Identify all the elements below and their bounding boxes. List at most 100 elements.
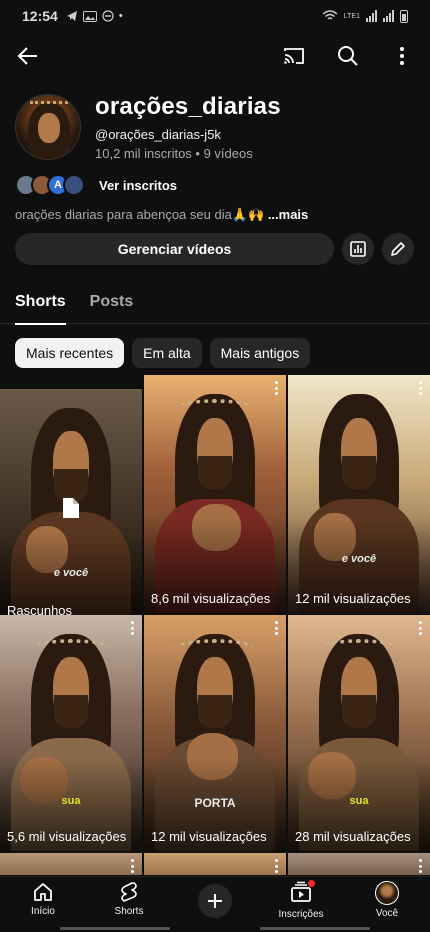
subscribers-row[interactable]: A Ver inscritos bbox=[15, 174, 177, 196]
search-icon bbox=[338, 46, 358, 66]
more-options-button[interactable] bbox=[388, 42, 416, 70]
create-button[interactable] bbox=[198, 884, 232, 918]
thumb-figure-beard bbox=[197, 455, 233, 490]
status-bar: 12:54 • LTE1 bbox=[0, 0, 430, 32]
short-more-button[interactable] bbox=[270, 859, 282, 873]
short-caption: 5,6 mil visualizações bbox=[7, 829, 127, 844]
description-text: orações diarias para abençoa seu dia🙏🙌 bbox=[15, 207, 265, 222]
signal-2-icon bbox=[383, 10, 394, 22]
short-tile-draft[interactable]: e você Rascunhos bbox=[0, 389, 142, 625]
thumbnail bbox=[144, 853, 286, 875]
search-button[interactable] bbox=[334, 42, 362, 70]
thumbnail bbox=[0, 853, 142, 875]
manage-videos-button[interactable]: Gerenciar vídeos bbox=[15, 233, 334, 265]
nav-subscriptions[interactable]: Inscrições bbox=[266, 880, 336, 920]
thumb-overlay-text: PORTA bbox=[194, 796, 236, 810]
nav-label: Você bbox=[375, 908, 399, 919]
short-caption: 12 mil visualizações bbox=[295, 591, 411, 606]
nav-shorts[interactable]: Shorts bbox=[94, 881, 164, 917]
thumb-crown-of-thorns bbox=[175, 638, 255, 658]
gesture-bar bbox=[60, 927, 170, 930]
thumbnail bbox=[288, 853, 430, 875]
channel-actions: Gerenciar vídeos bbox=[15, 233, 415, 265]
thumb-overlay-text: e você bbox=[341, 553, 377, 565]
analytics-icon bbox=[350, 241, 366, 257]
subscriptions-icon-wrap bbox=[290, 880, 315, 906]
short-tile-partial[interactable] bbox=[144, 853, 286, 875]
status-time: 12:54 bbox=[22, 8, 58, 24]
avatar-crown-shape bbox=[30, 101, 68, 109]
bottom-navigation: Início Shorts Inscrições Você bbox=[0, 876, 430, 932]
subscriber-avatar bbox=[63, 174, 85, 196]
short-more-button[interactable] bbox=[414, 381, 426, 395]
telegram-icon bbox=[66, 11, 77, 21]
short-tile[interactable]: sua 28 mil visualizações bbox=[288, 615, 430, 851]
short-caption: 8,6 mil visualizações bbox=[151, 591, 271, 606]
thumb-crown-of-thorns bbox=[31, 638, 111, 658]
pencil-icon bbox=[391, 242, 405, 256]
short-tile[interactable]: sua 5,6 mil visualizações bbox=[0, 615, 142, 851]
thumb-crown-of-thorns bbox=[175, 398, 255, 418]
channel-name: orações_diarias bbox=[95, 93, 281, 120]
nav-label: Início bbox=[31, 906, 55, 917]
cast-icon bbox=[284, 48, 304, 64]
nav-label: Shorts bbox=[114, 906, 144, 917]
home-icon bbox=[34, 883, 52, 901]
short-more-button[interactable] bbox=[126, 859, 138, 873]
back-button[interactable] bbox=[14, 42, 42, 70]
nav-label: Inscrições bbox=[278, 909, 324, 920]
short-tile-partial[interactable] bbox=[288, 853, 430, 875]
short-more-button[interactable] bbox=[414, 621, 426, 635]
view-subscribers-link[interactable]: Ver inscritos bbox=[99, 178, 177, 193]
nav-you[interactable]: Você bbox=[352, 881, 422, 919]
short-tile[interactable]: e você 12 mil visualizações bbox=[288, 375, 430, 613]
nav-create[interactable] bbox=[180, 881, 250, 918]
cast-button[interactable] bbox=[280, 42, 308, 70]
short-tile-partial[interactable] bbox=[0, 853, 142, 875]
thumb-figure-beard bbox=[341, 695, 377, 729]
shorts-icon bbox=[121, 882, 137, 902]
tab-posts[interactable]: Posts bbox=[90, 284, 134, 324]
avatar-face-shape bbox=[38, 113, 60, 143]
thumb-figure-beard bbox=[53, 695, 89, 729]
thumb-crown-of-thorns bbox=[319, 638, 399, 658]
channel-stats: 10,2 mil inscritos • 9 vídeos bbox=[95, 146, 253, 161]
more-vert-icon bbox=[400, 47, 404, 65]
short-caption: 12 mil visualizações bbox=[151, 829, 267, 844]
short-tile[interactable]: 8,6 mil visualizações bbox=[144, 375, 286, 613]
notification-dot bbox=[308, 880, 315, 887]
short-caption: 28 mil visualizações bbox=[295, 829, 411, 844]
content-tabs: Shorts Posts bbox=[0, 284, 430, 325]
description-more-link[interactable]: ...mais bbox=[268, 207, 308, 222]
shorts-grid: e você Rascunhos 8,6 mil visualizações e… bbox=[0, 375, 430, 875]
image-icon bbox=[82, 10, 97, 22]
chip-mais-antigos[interactable]: Mais antigos bbox=[209, 338, 311, 368]
short-more-button[interactable] bbox=[414, 859, 426, 873]
nav-home[interactable]: Início bbox=[8, 881, 78, 917]
draft-file-icon bbox=[63, 498, 79, 518]
thumb-overlay-text: e você bbox=[53, 567, 89, 579]
thumb-overlay-text: sua bbox=[61, 795, 81, 807]
short-more-button[interactable] bbox=[270, 621, 282, 635]
thumb-overlay-text: sua bbox=[349, 795, 369, 807]
thumb-figure-beard bbox=[197, 695, 233, 729]
top-app-bar bbox=[0, 36, 430, 76]
short-more-button[interactable] bbox=[270, 381, 282, 395]
thumb-figure-beard bbox=[341, 455, 377, 490]
channel-avatar[interactable] bbox=[15, 94, 81, 160]
short-tile[interactable]: PORTA 12 mil visualizações bbox=[144, 615, 286, 851]
status-notification-icons: • bbox=[66, 10, 123, 22]
channel-handle: @orações_diarias-j5k bbox=[95, 127, 221, 142]
analytics-button[interactable] bbox=[342, 233, 374, 265]
dnd-icon bbox=[102, 10, 114, 22]
edit-channel-button[interactable] bbox=[382, 233, 414, 265]
chip-mais-recentes[interactable]: Mais recentes bbox=[15, 338, 125, 368]
arrow-left-icon bbox=[17, 47, 37, 65]
chip-em-alta[interactable]: Em alta bbox=[132, 338, 202, 368]
short-more-button[interactable] bbox=[126, 621, 138, 635]
create-plus-icon bbox=[208, 894, 222, 908]
tab-shorts[interactable]: Shorts bbox=[15, 284, 66, 325]
channel-description[interactable]: orações diarias para abençoa seu dia🙏🙌 .… bbox=[15, 207, 308, 223]
sort-chips: Mais recentes Em alta Mais antigos bbox=[15, 338, 311, 368]
signal-icon bbox=[366, 10, 377, 22]
